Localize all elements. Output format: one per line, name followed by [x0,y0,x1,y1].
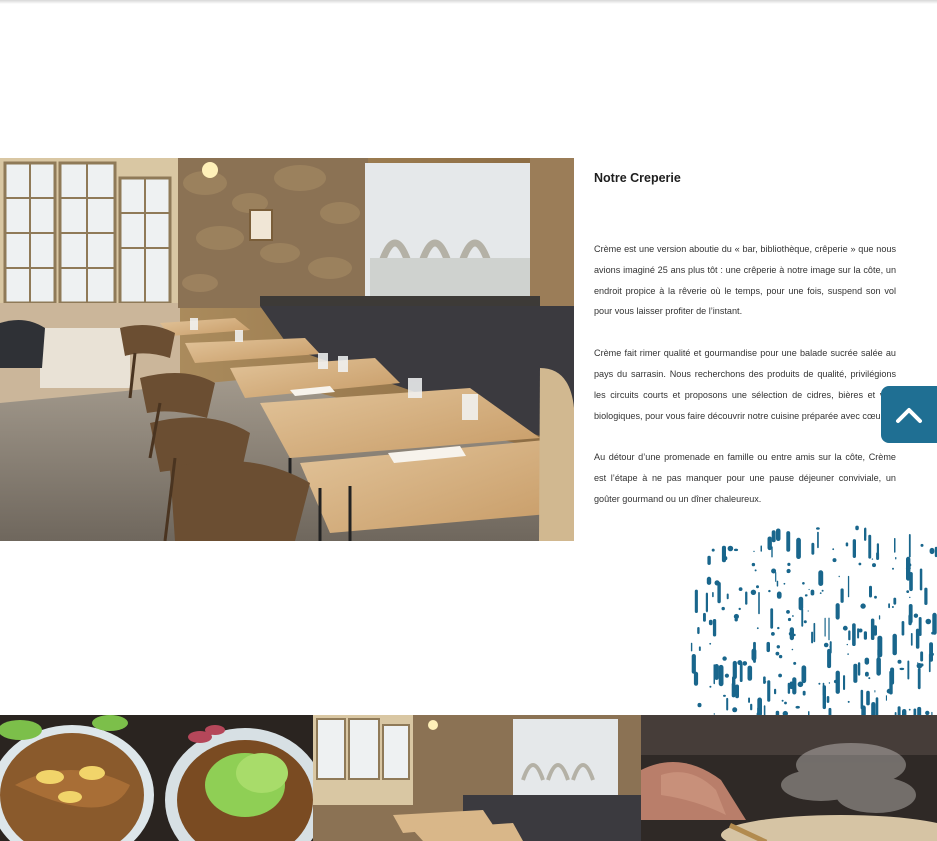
scroll-to-top-button[interactable] [881,386,937,443]
restaurant-interior-photo [0,158,574,541]
restaurant-interior-illustration [0,158,574,541]
chevron-up-icon [896,407,922,423]
intro-paragraph-3: Au détour d’une promenade en famille ou … [594,452,896,504]
paint-splatter-decoration [690,525,937,715]
gallery-image-galettes[interactable] [0,715,313,841]
creperie-intro: Notre Creperie Crème est une version abo… [594,170,896,510]
chef-cooking-illustration [641,715,937,841]
intro-paragraph-2: Crème fait rimer qualité et gourmandise … [594,348,896,421]
dining-room-illustration [313,715,641,841]
intro-paragraph-1: Crème est une version aboutie du « bar, … [594,244,896,317]
gallery-image-chef-cooking[interactable] [641,715,937,841]
section-title: Notre Creperie [594,171,681,185]
galettes-illustration [0,715,313,841]
gallery-image-dining-room[interactable] [313,715,641,841]
photo-gallery [0,715,937,841]
header-shadow [0,0,937,4]
